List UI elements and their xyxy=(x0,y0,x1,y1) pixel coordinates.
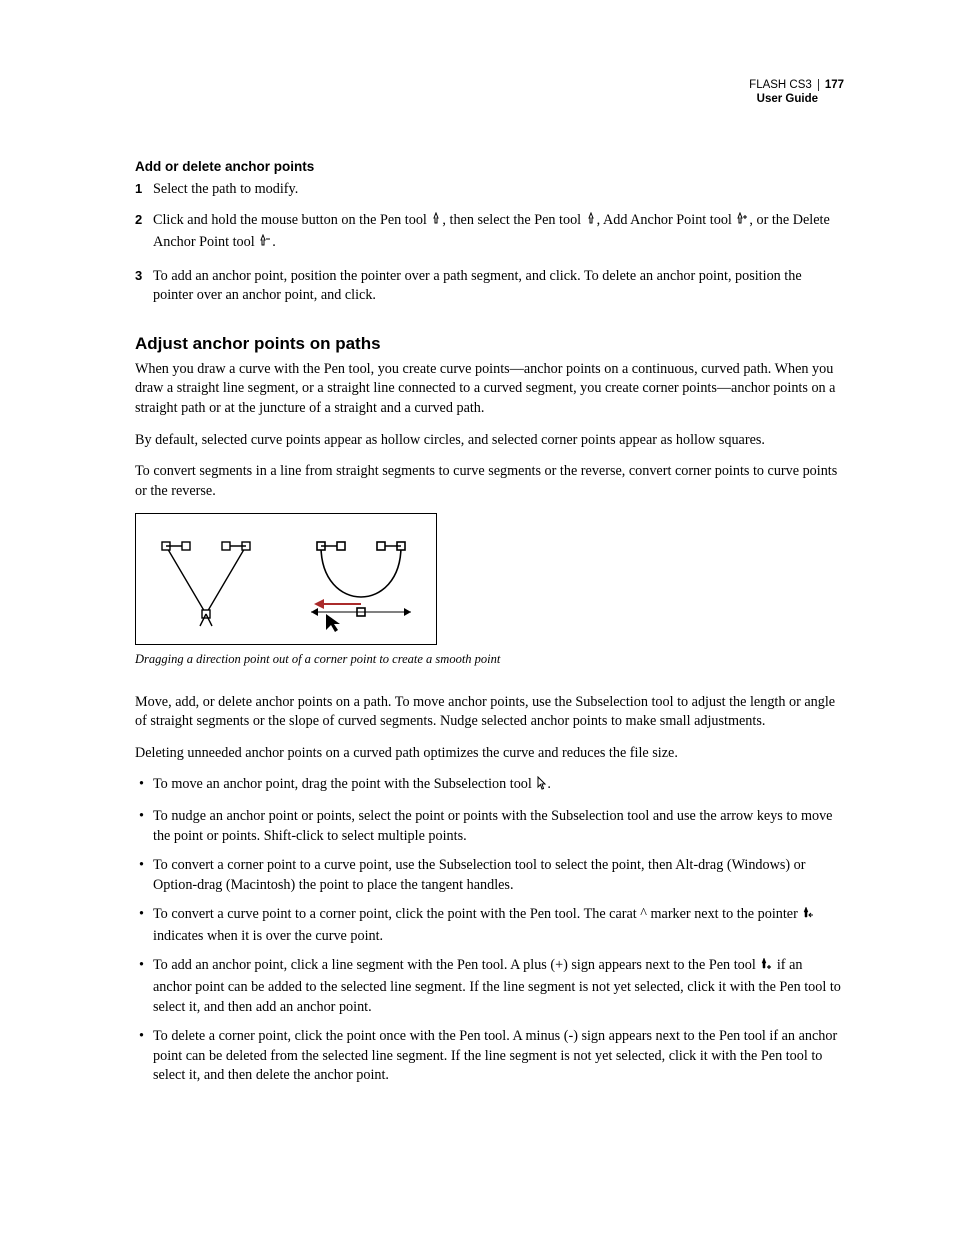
running-header: FLASH CS3 177 User Guide xyxy=(135,78,844,107)
body-paragraph: To convert segments in a line from strai… xyxy=(135,462,844,501)
step-1: 1 Select the path to modify. xyxy=(135,180,844,200)
bullet-text-part: indicates when it is over the curve poin… xyxy=(153,928,383,944)
list-item: To move an anchor point, drag the point … xyxy=(135,775,844,797)
step-text-part: Click and hold the mouse button on the P… xyxy=(153,212,430,228)
delete-anchor-point-tool-icon xyxy=(258,234,272,255)
step-number: 1 xyxy=(135,180,142,198)
step-text-part: , then select the Pen tool xyxy=(442,212,584,228)
step-number: 2 xyxy=(135,211,142,229)
body-paragraph: Move, add, or delete anchor points on a … xyxy=(135,693,844,732)
pen-tool-icon xyxy=(585,212,597,233)
list-item: To nudge an anchor point or points, sele… xyxy=(135,807,844,846)
step-text: Select the path to modify. xyxy=(153,181,298,197)
pen-convert-point-icon xyxy=(801,906,815,927)
list-item: To convert a curve point to a corner poi… xyxy=(135,905,844,946)
page-number: 177 xyxy=(825,78,844,92)
bullet-text: To delete a corner point, click the poin… xyxy=(153,1028,837,1083)
step-text-part: , Add Anchor Point tool xyxy=(597,212,736,228)
list-item: To convert a corner point to a curve poi… xyxy=(135,856,844,895)
bullet-text-part: To add an anchor point, click a line seg… xyxy=(153,957,759,973)
bullet-text: To convert a corner point to a curve poi… xyxy=(153,857,805,893)
bullet-text-part: To move an anchor point, drag the point … xyxy=(153,776,535,792)
subhead-add-delete: Add or delete anchor points xyxy=(135,159,844,174)
step-3: 3 To add an anchor point, position the p… xyxy=(135,267,844,306)
step-2: 2 Click and hold the mouse button on the… xyxy=(135,211,844,254)
bullet-list: To move an anchor point, drag the point … xyxy=(135,775,844,1086)
bullet-text-part: To convert a curve point to a corner poi… xyxy=(153,906,801,922)
doc-title: User Guide xyxy=(135,92,844,106)
step-text: To add an anchor point, position the poi… xyxy=(153,268,802,304)
header-divider xyxy=(818,79,819,91)
subselection-tool-icon xyxy=(535,776,547,797)
page: FLASH CS3 177 User Guide Add or delete a… xyxy=(0,0,954,1158)
body-paragraph: By default, selected curve points appear… xyxy=(135,431,844,451)
section-heading-adjust: Adjust anchor points on paths xyxy=(135,334,844,354)
body-paragraph: Deleting unneeded anchor points on a cur… xyxy=(135,744,844,764)
body-paragraph: When you draw a curve with the Pen tool,… xyxy=(135,360,844,419)
bullet-text: To nudge an anchor point or points, sele… xyxy=(153,808,832,844)
step-text-part: . xyxy=(272,234,276,250)
pen-tool-icon xyxy=(430,212,442,233)
list-item: To delete a corner point, click the poin… xyxy=(135,1027,844,1086)
figure-caption: Dragging a direction point out of a corn… xyxy=(135,651,844,668)
pen-add-point-icon xyxy=(759,957,773,978)
figure-corner-to-smooth xyxy=(135,513,437,645)
steps-list: 1 Select the path to modify. 2 Click and… xyxy=(135,180,844,306)
bullet-text-part: . xyxy=(547,776,551,792)
product-name: FLASH CS3 xyxy=(749,78,812,92)
list-item: To add an anchor point, click a line seg… xyxy=(135,956,844,1017)
add-anchor-point-tool-icon xyxy=(735,212,749,233)
step-number: 3 xyxy=(135,267,142,285)
